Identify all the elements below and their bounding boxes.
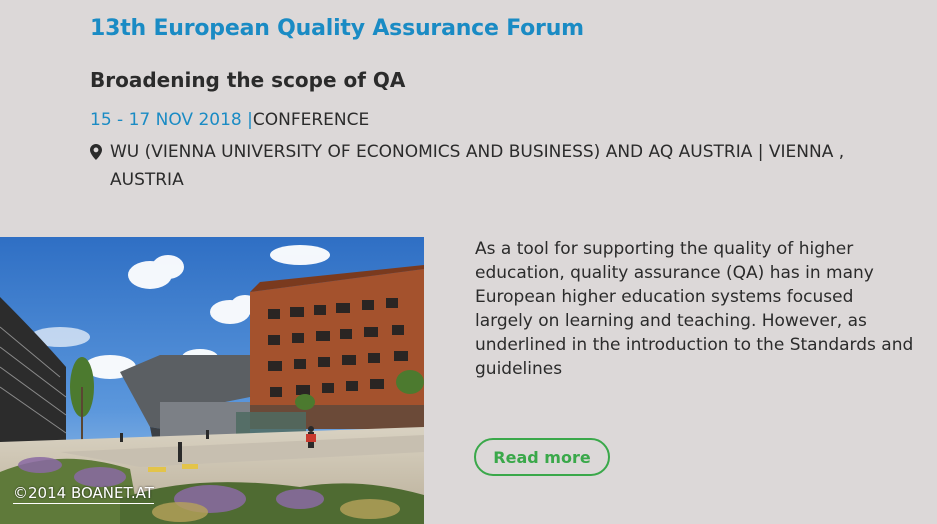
campus-building-image — [0, 237, 424, 524]
event-meta: 15 - 17 NOV 2018 |CONFERENCE — [90, 110, 369, 130]
event-description: As a tool for supporting the quality of … — [475, 239, 914, 379]
read-more-button[interactable]: Read more — [474, 438, 610, 476]
location-text: WU (VIENNA UNIVERSITY OF ECONOMICS AND B… — [110, 142, 845, 190]
event-photo — [0, 237, 424, 524]
photo-credit: ©2014 BOANET.AT — [13, 484, 154, 504]
event-location: WU (VIENNA UNIVERSITY OF ECONOMICS AND B… — [90, 138, 900, 194]
event-type: CONFERENCE — [252, 110, 370, 130]
event-subtitle: Broadening the scope of QA — [90, 68, 406, 92]
event-date: 15 - 17 NOV 2018 — [90, 110, 242, 130]
event-title[interactable]: 13th European Quality Assurance Forum — [90, 16, 584, 41]
map-pin-icon — [90, 144, 102, 160]
